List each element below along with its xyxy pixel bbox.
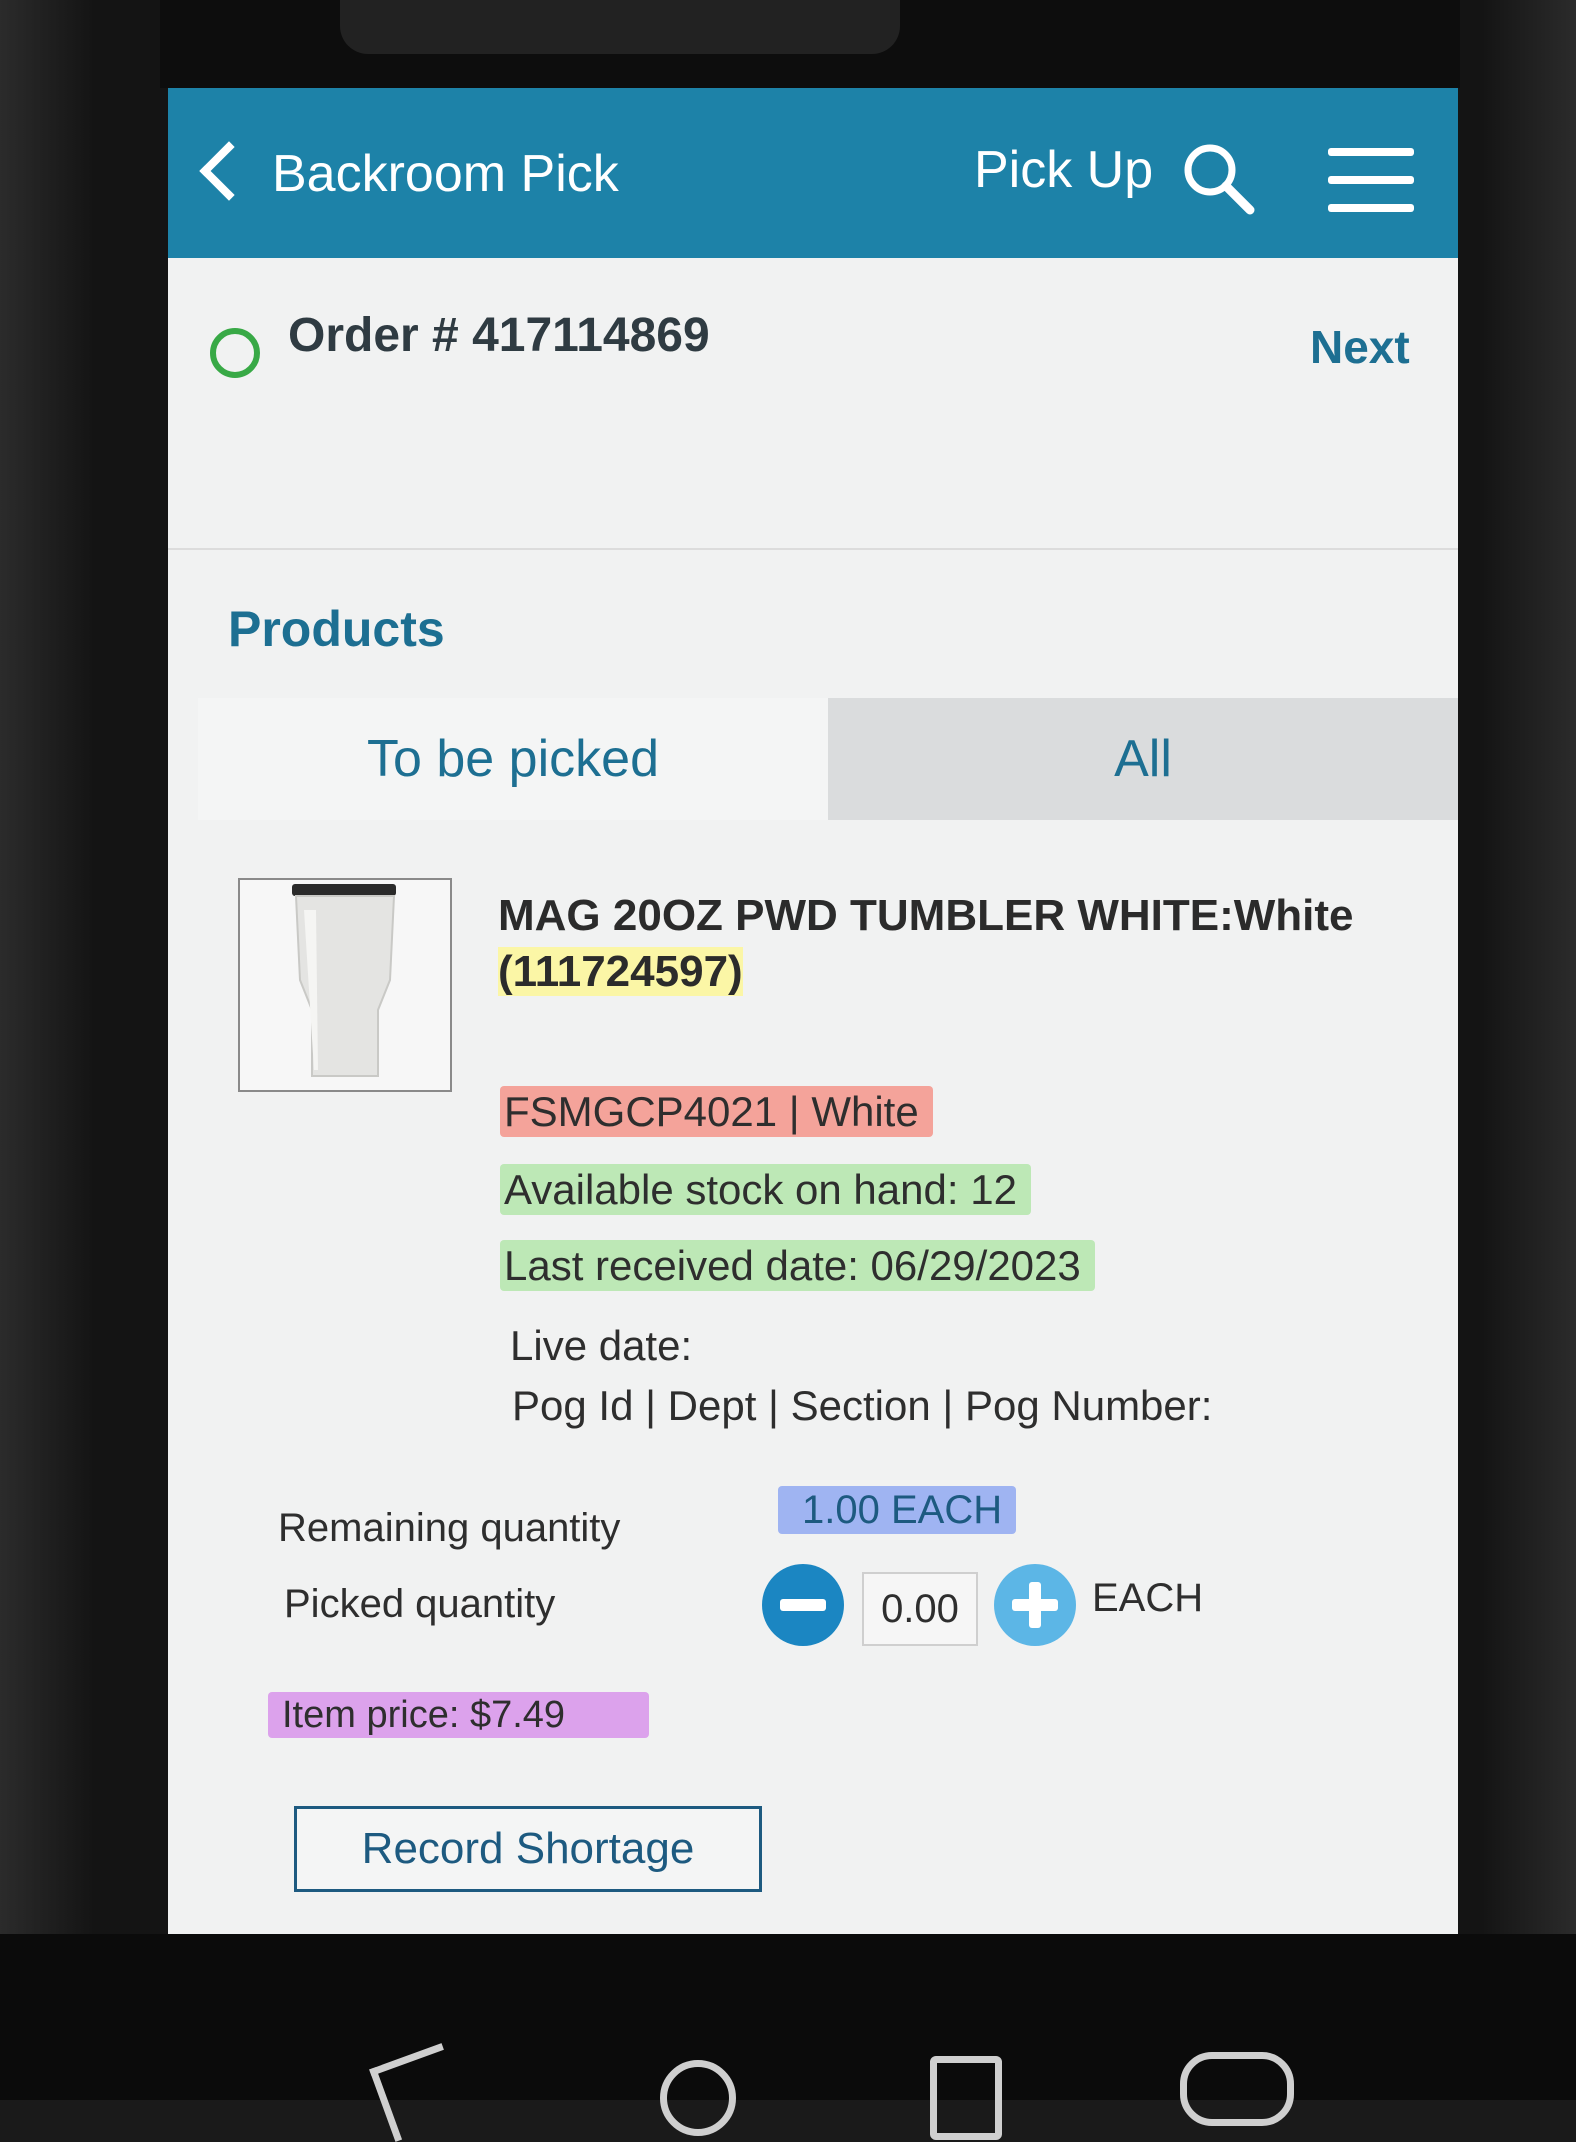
- vendor-code-row: FSMGCP4021 | White: [500, 1086, 933, 1137]
- tumbler-image-icon: [292, 884, 396, 1077]
- last-received-date: Last received date: 06/29/2023: [500, 1240, 1095, 1291]
- order-summary: Order # 417114869 Next: [168, 258, 1458, 550]
- hamburger-menu-icon[interactable]: [1328, 144, 1414, 216]
- picked-quantity-label: Picked quantity: [284, 1582, 556, 1626]
- vendor-code: FSMGCP4021 | White: [500, 1086, 933, 1137]
- stock-row: Available stock on hand: 12: [500, 1164, 1031, 1215]
- order-number: Order # 417114869: [288, 309, 710, 362]
- product-name: MAG 20OZ PWD TUMBLER WHITE:White (111724…: [498, 888, 1398, 1000]
- record-shortage-button[interactable]: Record Shortage: [294, 1806, 762, 1892]
- tab-to-be-picked[interactable]: To be picked: [198, 698, 828, 820]
- product-tabs: To be picked All: [198, 698, 1458, 820]
- nav-assistant-icon[interactable]: [1180, 2052, 1294, 2126]
- picked-quantity-input[interactable]: [862, 1572, 978, 1646]
- pog-info: Pog Id | Dept | Section | Pog Number:: [512, 1382, 1213, 1429]
- item-price-row: Item price: $7.49: [268, 1692, 650, 1738]
- remaining-quantity-label: Remaining quantity: [278, 1506, 621, 1550]
- nav-recents-icon[interactable]: [930, 2056, 1002, 2140]
- item-price: Item price: $7.49: [268, 1692, 650, 1738]
- increment-quantity-button[interactable]: [994, 1564, 1076, 1646]
- device-frame: Backroom Pick Pick Up Order # 417114869 …: [0, 0, 1576, 2142]
- back-chevron-icon[interactable]: [199, 141, 259, 201]
- browser-bar: [160, 0, 1460, 88]
- app-header: Backroom Pick Pick Up: [168, 88, 1458, 258]
- order-status-circle-icon: [210, 328, 260, 378]
- app-screen: Backroom Pick Pick Up Order # 417114869 …: [168, 88, 1458, 1934]
- search-icon[interactable]: [1178, 138, 1258, 218]
- live-date: Live date:: [510, 1322, 693, 1369]
- last-received-row: Last received date: 06/29/2023: [500, 1240, 1095, 1291]
- tab-all[interactable]: All: [828, 698, 1458, 820]
- decrement-quantity-button[interactable]: [762, 1564, 844, 1646]
- header-back-title[interactable]: Backroom Pick: [272, 144, 619, 204]
- available-stock: Available stock on hand: 12: [500, 1164, 1031, 1215]
- remaining-quantity-text: 1.00 EACH: [778, 1486, 1017, 1534]
- products-heading: Products: [228, 601, 445, 657]
- product-title: MAG 20OZ PWD TUMBLER WHITE:White: [498, 891, 1354, 940]
- nav-back-icon[interactable]: [369, 2043, 468, 2142]
- product-sku: (111724597): [498, 947, 743, 996]
- remaining-quantity-value: 1.00 EACH: [778, 1486, 1017, 1534]
- url-bar[interactable]: [340, 0, 900, 54]
- next-order-link[interactable]: Next: [1310, 320, 1410, 374]
- pickup-link[interactable]: Pick Up: [974, 140, 1153, 200]
- picked-quantity-unit: EACH: [1092, 1576, 1204, 1620]
- nav-home-icon[interactable]: [660, 2060, 736, 2136]
- android-nav-bar: [0, 1934, 1576, 2142]
- product-thumbnail[interactable]: [238, 878, 452, 1092]
